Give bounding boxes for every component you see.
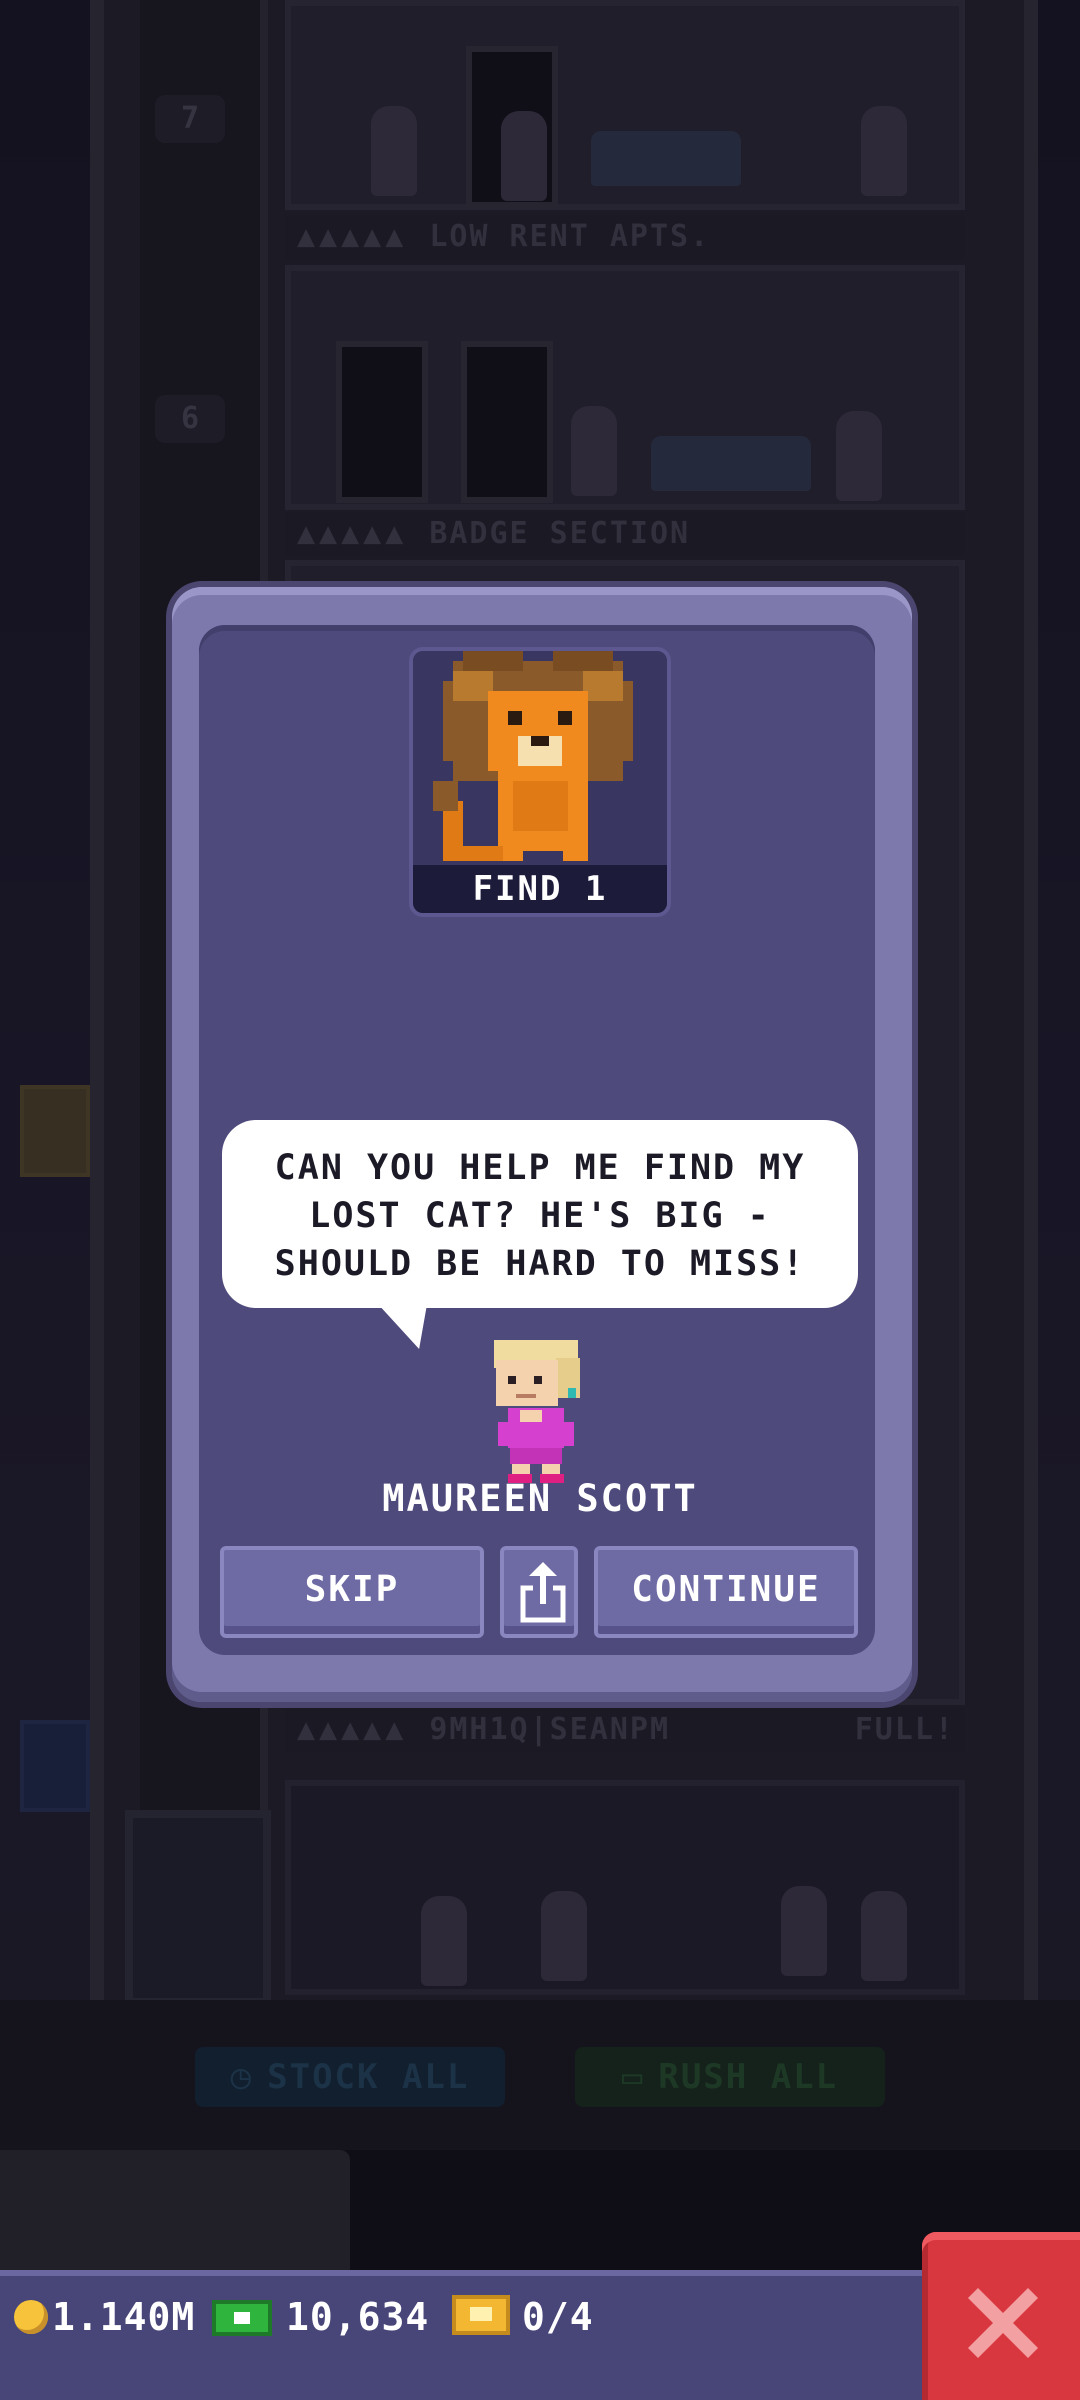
speech-line: CAN YOU HELP ME FIND MY [274,1148,806,1188]
golden-ticket-icon [452,2295,510,2335]
close-icon [968,2288,1038,2358]
share-icon [520,1562,566,1623]
speech-line: LOST CAT? HE'S BIG - [309,1196,771,1236]
coins-count: 1.140M [52,2295,196,2339]
coin-icon [14,2300,48,2334]
continue-button[interactable]: CONTINUE [594,1546,858,1638]
share-button[interactable] [500,1546,578,1638]
tickets-count: 0/4 [522,2295,594,2339]
speech-line: SHOULD BE HARD TO MISS! [274,1244,806,1284]
close-button[interactable] [922,2232,1080,2400]
npc-name: MAUREEN SCOTT [382,1477,698,1520]
npc-avatar [494,1340,580,1483]
bux-count: 10,634 [286,2295,430,2339]
badge-label: FIND 1 [413,865,667,913]
mission-badge: FIND 1 [409,647,671,917]
speech-bubble-tail [371,1305,427,1349]
lion-icon [413,651,667,867]
speech-bubble: CAN YOU HELP ME FIND MY LOST CAT? HE'S B… [222,1120,858,1308]
skip-button[interactable]: SKIP [220,1546,484,1638]
bux-icon [212,2300,272,2336]
